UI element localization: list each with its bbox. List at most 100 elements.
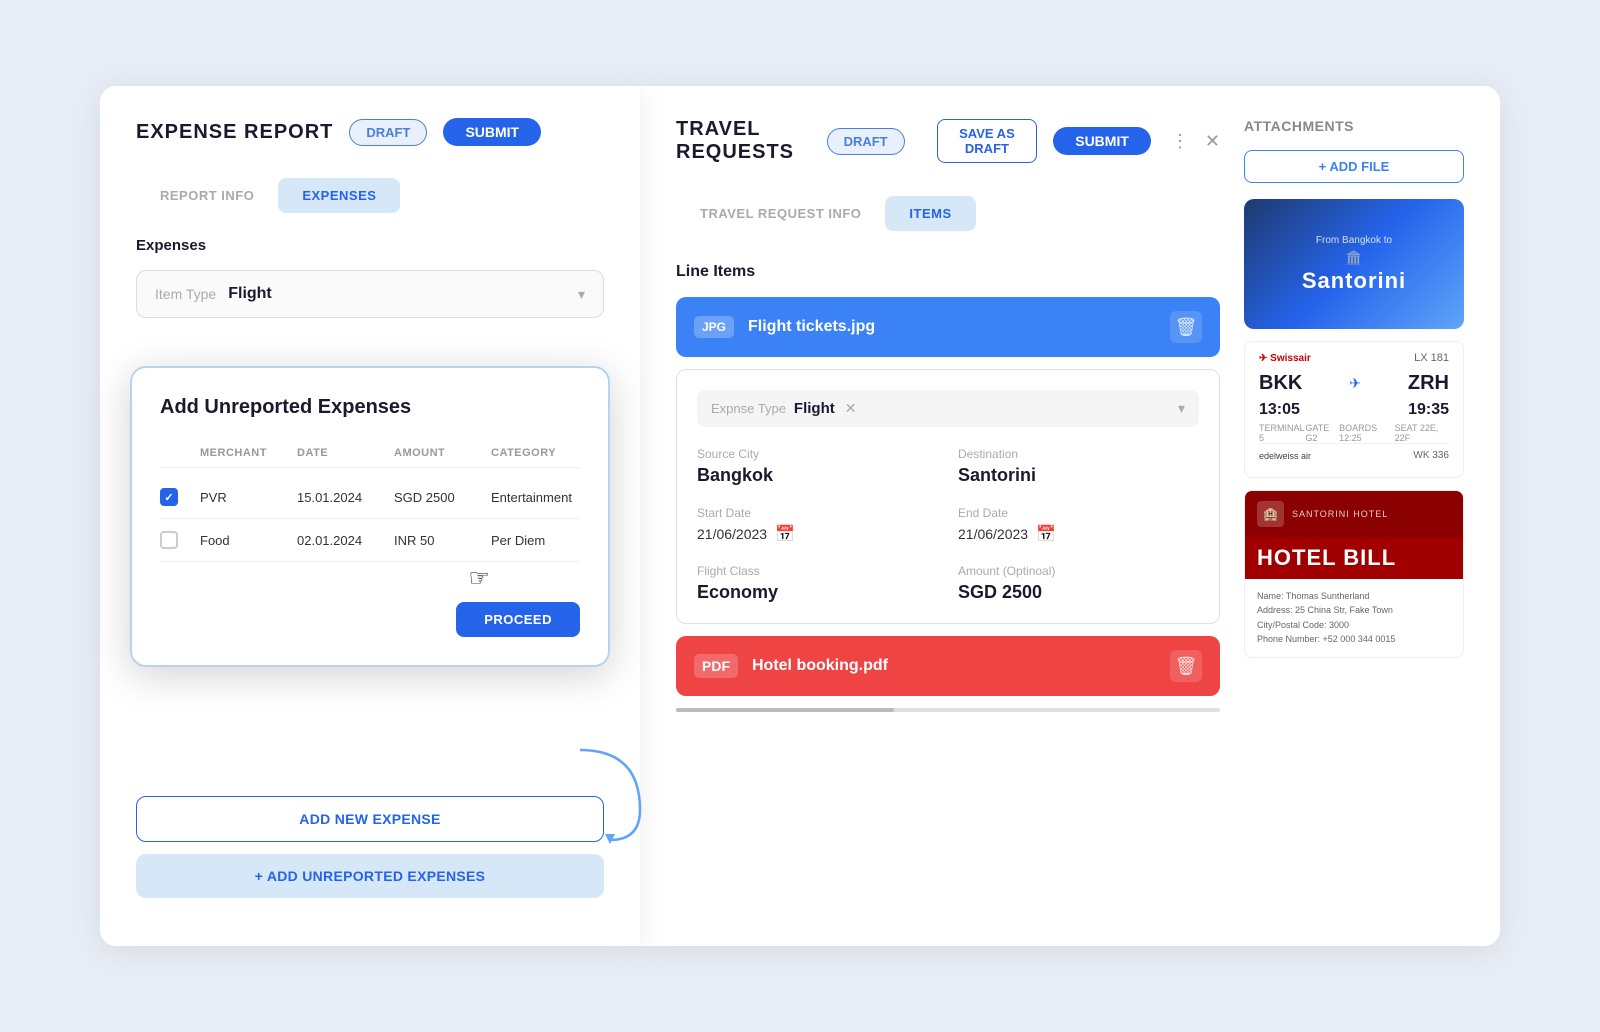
amount-field: Amount (Optinoal) SGD 2500 <box>958 564 1199 603</box>
travel-draft-badge[interactable]: DRAFT <box>827 128 905 155</box>
tab-report-info[interactable]: REPORT INFO <box>136 178 278 213</box>
hotel-bill-line-2: Address: 25 China Str, Fake Town <box>1257 603 1451 617</box>
ticket-header: ✈ Swissair LX 181 <box>1259 352 1449 364</box>
amount-pvr: SGD 2500 <box>394 490 483 505</box>
travel-submit-button[interactable]: SUBMIT <box>1053 127 1151 155</box>
destination-field: Destination Santorini <box>958 447 1199 486</box>
swissair-logo: ✈ Swissair <box>1259 353 1311 364</box>
source-city-value: Bangkok <box>697 465 938 486</box>
scrollbar[interactable] <box>676 708 1220 712</box>
checkbox-food[interactable] <box>160 531 178 549</box>
popup-title: Add Unreported Expenses <box>160 396 580 419</box>
flight-detail-grid: Source City Bangkok Destination Santorin… <box>697 447 1199 603</box>
scrollbar-thumb <box>676 708 894 712</box>
flight-ticket-attachment: ✈ Swissair LX 181 BKK ✈ ZRH 13:05 19:35 … <box>1244 341 1464 478</box>
hotel-file-delete-button[interactable]: 🗑 <box>1170 650 1202 682</box>
curved-arrow-icon <box>570 730 650 850</box>
travel-requests-header: TRAVEL REQUESTS DRAFT SAVE AS DRAFT SUBM… <box>676 118 1220 164</box>
close-icon[interactable]: ✕ <box>1205 131 1220 152</box>
flight-file-item[interactable]: JPG Flight tickets.jpg 🗑 <box>676 297 1220 357</box>
amount-food: INR 50 <box>394 533 483 548</box>
seat-label: SEAT 22E, 22F <box>1395 423 1449 443</box>
expenses-section-title: Expenses <box>136 237 604 254</box>
add-unreported-button[interactable]: + ADD UNREPORTED EXPENSES <box>136 854 604 898</box>
hotel-bill-title: HOTEL BILL <box>1245 537 1463 579</box>
edelweiss-logo: edelweiss air <box>1259 451 1311 461</box>
travel-requests-panel: TRAVEL REQUESTS DRAFT SAVE AS DRAFT SUBM… <box>640 86 1500 946</box>
flight-class-label: Flight Class <box>697 564 938 578</box>
hotel-bill-line-3: City/Postal Code: 3000 <box>1257 618 1451 632</box>
cursor-hand-icon: ☞ <box>468 564 490 593</box>
wk-number: WK 336 <box>1413 450 1449 461</box>
pdf-badge: PDF <box>694 654 738 678</box>
arrival-airport: ZRH <box>1408 372 1449 395</box>
hotel-icon-box: 🏨 <box>1257 501 1284 527</box>
main-container: EXPENSE REPORT DRAFT SUBMIT REPORT INFO … <box>100 86 1500 946</box>
tab-items[interactable]: ITEMS <box>885 196 975 231</box>
expense-type-row: Expnse Type Flight ✕ ▾ <box>697 390 1199 427</box>
expense-report-panel: EXPENSE REPORT DRAFT SUBMIT REPORT INFO … <box>100 86 640 946</box>
proceed-button[interactable]: PROCEED <box>456 602 580 637</box>
hotel-bill-line-4: Phone Number: +52 000 344 0015 <box>1257 632 1451 646</box>
expense-type-arrow-icon: ▾ <box>1178 400 1185 417</box>
source-city-label: Source City <box>697 447 938 461</box>
tab-travel-request-info[interactable]: TRAVEL REQUEST INFO <box>676 196 885 231</box>
start-date-label: Start Date <box>697 506 938 520</box>
expense-report-title: EXPENSE REPORT <box>136 121 333 144</box>
time-row: 13:05 19:35 <box>1259 401 1449 419</box>
flight-file-delete-button[interactable]: 🗑 <box>1170 311 1202 343</box>
attachments-panel: ATTACHMENTS + ADD FILE From Bangkok to 🏛… <box>1244 118 1464 914</box>
expense-submit-button[interactable]: SUBMIT <box>443 118 541 146</box>
expense-draft-badge[interactable]: DRAFT <box>349 119 427 146</box>
island-icon: 🏛️ <box>1302 250 1406 266</box>
travel-requests-main: TRAVEL REQUESTS DRAFT SAVE AS DRAFT SUBM… <box>676 118 1220 914</box>
more-options-icon[interactable]: ⋮ <box>1171 131 1189 152</box>
santorini-attachment: From Bangkok to 🏛️ Santorini <box>1244 199 1464 329</box>
category-pvr: Entertainment <box>491 490 580 505</box>
item-type-label: Item Type <box>155 286 216 302</box>
terminal-label: TERMINAL 5 <box>1259 423 1305 443</box>
boards-label: BOARDS 12:25 <box>1339 423 1395 443</box>
jpg-badge: JPG <box>694 316 734 338</box>
tab-expenses[interactable]: EXPENSES <box>278 178 400 213</box>
col-amount: AMOUNT <box>394 447 483 459</box>
flight-details-row: TERMINAL 5 GATE G2 BOARDS 12:25 SEAT 22E… <box>1259 423 1449 443</box>
popup-table-header: MERCHANT DATE AMOUNT CATEGORY <box>160 439 580 468</box>
from-bangkok-text: From Bangkok to <box>1302 235 1406 246</box>
santorini-hotel-name: SANTORINI HOTEL <box>1292 509 1388 519</box>
arrival-time: 19:35 <box>1408 401 1449 419</box>
add-file-button[interactable]: + ADD FILE <box>1244 150 1464 183</box>
table-row: Food 02.01.2024 INR 50 Per Diem <box>160 519 580 562</box>
destination-value: Santorini <box>958 465 1199 486</box>
expense-type-label: Expnse Type <box>711 401 786 416</box>
end-date-calendar-icon[interactable]: 📅 <box>1036 524 1056 544</box>
attachments-title: ATTACHMENTS <box>1244 118 1464 134</box>
start-date-field: Start Date 21/06/2023 📅 <box>697 506 938 544</box>
add-new-expense-button[interactable]: ADD NEW EXPENSE <box>136 796 604 842</box>
line-items-title: Line Items <box>676 255 1220 281</box>
item-type-dropdown[interactable]: Item Type Flight ▾ <box>136 270 604 318</box>
gate-label: GATE G2 <box>1305 423 1339 443</box>
item-type-value: Flight <box>228 285 272 303</box>
trash-icon: 🗑 <box>1175 317 1198 338</box>
expense-type-clear-icon[interactable]: ✕ <box>845 400 857 417</box>
start-date-calendar-icon[interactable]: 📅 <box>775 524 795 544</box>
category-food: Per Diem <box>491 533 580 548</box>
end-date-field: End Date 21/06/2023 📅 <box>958 506 1199 544</box>
departure-time: 13:05 <box>1259 401 1300 419</box>
date-pvr: 15.01.2024 <box>297 490 386 505</box>
checkbox-pvr[interactable] <box>160 488 178 506</box>
destination-label: Destination <box>958 447 1199 461</box>
col-merchant: MERCHANT <box>200 447 289 459</box>
travel-tabs: TRAVEL REQUEST INFO ITEMS <box>676 196 1220 231</box>
route-row: BKK ✈ ZRH <box>1259 372 1449 395</box>
amount-value: SGD 2500 <box>958 582 1199 603</box>
save-as-draft-button[interactable]: SAVE AS DRAFT <box>937 119 1038 163</box>
col-date: DATE <box>297 447 386 459</box>
table-row: PVR 15.01.2024 SGD 2500 Entertainment <box>160 476 580 519</box>
santorini-image-content: From Bangkok to 🏛️ Santorini <box>1302 235 1406 294</box>
seat-value: 22E, 22F <box>1395 423 1439 443</box>
gate-value: G2 <box>1305 433 1317 443</box>
santorini-text: Santorini <box>1302 268 1406 294</box>
hotel-file-item[interactable]: PDF Hotel booking.pdf 🗑 <box>676 636 1220 696</box>
